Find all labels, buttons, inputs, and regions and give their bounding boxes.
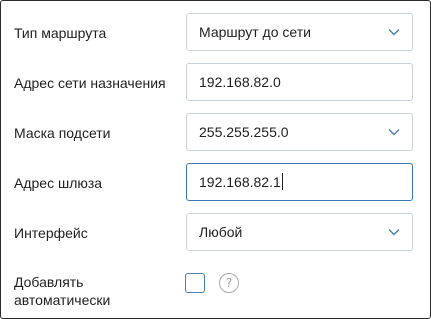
destination-network-value: 192.168.82.0 — [199, 74, 281, 90]
gateway-value-text: 192.168.82.1 — [199, 174, 281, 190]
auto-add-label-line1: Добавлять — [14, 274, 84, 290]
auto-add-checkbox[interactable] — [185, 273, 205, 293]
route-type-select[interactable]: Маршрут до сети — [186, 13, 413, 51]
gateway-label: Адрес шлюза — [14, 175, 103, 191]
interface-value: Любой — [199, 224, 243, 240]
text-cursor — [281, 173, 283, 190]
interface-select[interactable]: Любой — [186, 213, 413, 251]
destination-network-input[interactable]: 192.168.82.0 — [186, 63, 413, 101]
interface-label: Интерфейс — [14, 225, 88, 241]
subnet-mask-label: Маска подсети — [14, 125, 111, 141]
destination-network-label: Адрес сети назначения — [14, 75, 166, 91]
subnet-mask-value: 255.255.255.0 — [199, 124, 289, 140]
gateway-value: 192.168.82.1 — [199, 164, 283, 200]
auto-add-label-line2: автоматически — [14, 292, 111, 308]
route-settings-panel: Тип маршрута Маршрут до сети Адрес сети … — [0, 0, 431, 319]
subnet-mask-select[interactable]: 255.255.255.0 — [186, 113, 413, 151]
help-icon[interactable]: ? — [219, 273, 239, 293]
route-type-label: Тип маршрута — [14, 25, 107, 41]
gateway-input[interactable]: 192.168.82.1 — [186, 163, 413, 201]
route-type-value: Маршрут до сети — [199, 24, 311, 40]
chevron-down-icon — [388, 129, 400, 136]
chevron-down-icon — [388, 29, 400, 36]
chevron-down-icon — [388, 229, 400, 236]
